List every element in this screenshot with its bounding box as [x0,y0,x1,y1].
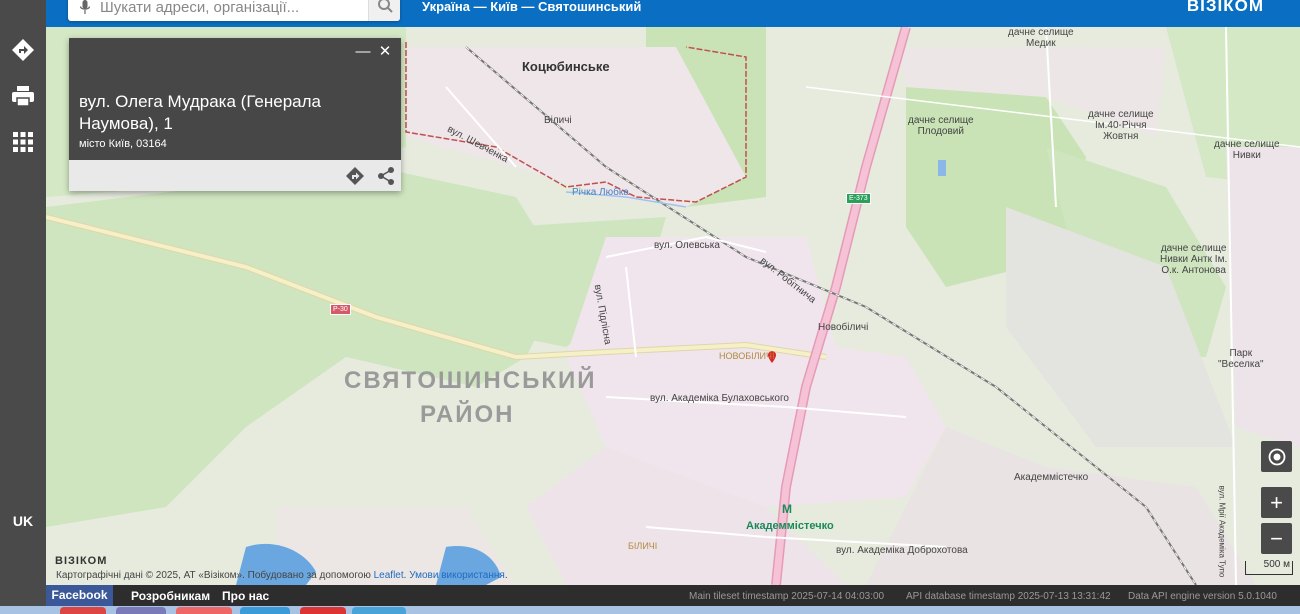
language-switch[interactable]: UK [0,513,46,529]
facebook-link[interactable]: Facebook [46,585,113,606]
place-label-40-richchia: дачне селище Ім.40-Річчя Жовтня [1088,109,1154,142]
map-scale: 500 м [1245,560,1293,575]
plus-icon: + [1270,489,1283,515]
station-label-novobilychi: Новобіличі [818,322,869,333]
address-title: вул. Олега Мудрака (Генерала Наумова), 1 [79,92,321,133]
print-button[interactable] [9,82,37,110]
apps-grid-icon [13,132,33,152]
microphone-icon[interactable] [80,0,90,14]
search-icon [378,0,393,13]
taskbar-app-2[interactable] [116,607,166,614]
search-button[interactable] [368,0,400,21]
river-label-liubka: Річка Любка [572,187,629,198]
minimize-button[interactable]: — [355,44,371,60]
share-icon[interactable] [376,166,396,186]
station-label-akademmistechko: Академмістечко [1014,472,1089,483]
attribution-text: Картографічні дані © 2025, АТ «Візіком».… [56,570,374,581]
map-logo-text: ВІЗІКОМ [55,555,108,567]
taskbar-app-3[interactable] [176,607,232,614]
place-label-bilychi-north: Біличі [544,115,572,126]
terms-link[interactable]: Умови використання [409,570,505,581]
area-label-bilychi-south: БІЛИЧІ [628,541,658,551]
engine-version: Data API engine version 5.0.1040 [1128,591,1277,602]
zoom-in-button[interactable]: + [1261,487,1292,518]
popup-actions [69,160,401,191]
district-label-line1: СВЯТОШИНСЬКИЙ [344,367,597,394]
close-button[interactable]: ✕ [377,44,393,60]
taskbar-app-6[interactable] [352,607,406,614]
brand-logo[interactable]: ВІЗІКОМ [1187,0,1264,16]
taskbar-app-1[interactable] [60,607,106,614]
map-attribution: Картографічні дані © 2025, АТ «Візіком».… [56,570,508,581]
minus-icon: − [1270,525,1283,551]
address-popup: — ✕ вул. Олега Мудрака (Генерала Наумова… [69,38,401,191]
route-icon[interactable] [345,166,365,186]
footer-bar: Facebook Розробникам Про нас Main tilese… [46,585,1300,606]
taskbar-app-5[interactable] [300,607,346,614]
place-label-antonova: дачне селище Нивки Антк Ім. О.к. Антонов… [1160,243,1228,276]
svg-text:M: M [782,502,792,516]
address-subtitle: місто Київ, 03164 [79,138,167,150]
street-label-bulakhovskoho: вул. Академіка Булаховського [650,393,789,404]
place-label-plodovyi: дачне селище Плодовий [908,115,974,137]
road-shield-e373: E-373 [846,193,871,204]
app-root: M Коцюбинське Біличі вул. Шевченка Річка… [0,0,1300,614]
area-label-novobilychi: НОВОБІЛИЧІ [719,351,775,361]
park-label-veselka: Парк "Веселка" [1218,348,1264,370]
locate-button[interactable] [1261,441,1292,472]
place-label-nyvky: дачне селище Нивки [1214,139,1280,161]
metro-label-akademmistechko: Академмістечко [746,520,834,532]
print-icon [12,86,34,107]
developers-link[interactable]: Розробникам [131,589,210,603]
street-label-olevska: вул. Олевська [654,240,720,251]
taskbar-app-4[interactable] [240,607,290,614]
top-bar: Україна — Київ — Святошинський ВІЗІКОМ [46,0,1300,27]
os-taskbar [0,606,1300,614]
search-box [68,0,400,21]
map-watermark-logo: ВІЗІКОМ [55,555,107,567]
apps-button[interactable] [9,128,37,156]
zoom-out-button[interactable]: − [1261,523,1292,554]
road-shield-r30: Р-30 [330,304,351,315]
directions-icon [12,39,34,61]
directions-button[interactable] [9,36,37,64]
place-label-kotsiubynske: Коцюбинське [522,59,610,74]
locate-icon [1268,448,1285,465]
district-label-line2: РАЙОН [420,401,515,428]
left-sidebar: UK [0,0,46,614]
about-link[interactable]: Про нас [222,589,269,603]
search-input[interactable] [100,0,360,18]
place-label-medyk: дачне селище Медик [1008,27,1074,49]
breadcrumb[interactable]: Україна — Київ — Святошинський [422,0,641,14]
leaflet-link[interactable]: Leaflet [374,570,404,581]
street-label-mrii: вул. Мрії Академіка Тупо [1217,485,1227,578]
tileset-timestamp: Main tileset timestamp 2025-07-14 04:03:… [689,591,885,602]
street-label-dobrokhotova: вул. Академіка Доброхотова [836,545,968,556]
api-database-timestamp: API database timestamp 2025-07-13 13:31:… [906,591,1111,602]
